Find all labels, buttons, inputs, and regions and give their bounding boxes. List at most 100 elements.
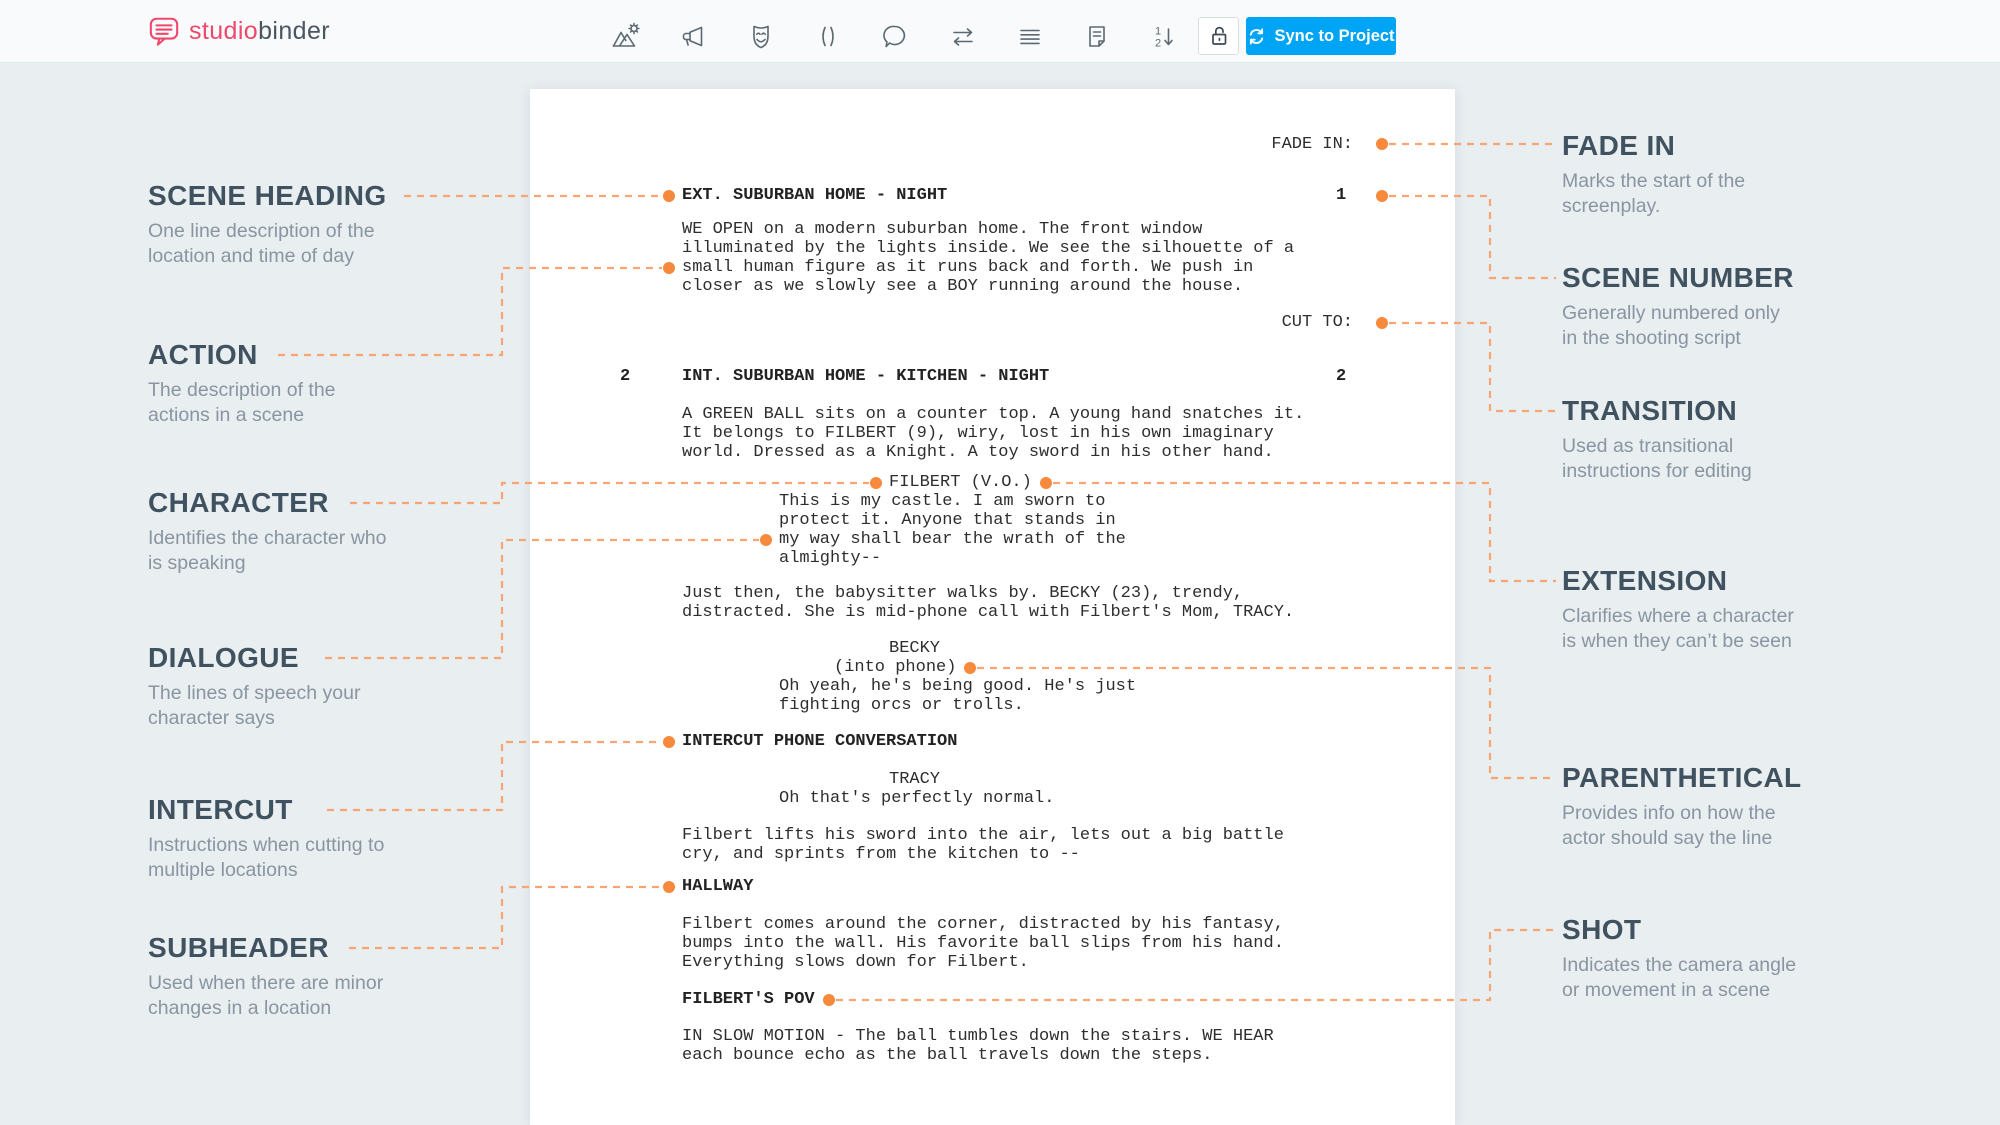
note-page-icon[interactable] (1081, 21, 1113, 53)
annotation-dialogue: DIALOGUE The lines of speech your charact… (148, 642, 420, 730)
annotation-title: FADE IN (1562, 130, 1676, 161)
numbered-sort-icon[interactable]: 1 2 (1148, 21, 1180, 53)
svg-text:1: 1 (1155, 26, 1161, 38)
dialogue-line: fighting orcs or trolls. (779, 696, 1024, 715)
annotation-desc: The description of the actions in a scene (148, 379, 336, 426)
annotation-title: TRANSITION (1562, 395, 1738, 426)
action-line: distracted. She is mid-phone call with F… (682, 603, 1295, 622)
annotation-desc: Used as transitional instructions for edi… (1562, 435, 1752, 482)
logo-studio: studio (189, 16, 259, 45)
studiobinder-screenplay-editor: studiobinder 1 2 Sync to Project FADE IN… (0, 0, 2000, 1125)
character-cue-becky: BECKY (889, 639, 941, 658)
cut-to-line[interactable]: CUT TO: (530, 313, 1455, 332)
annotation-character: CHARACTER Identifies the character who is… (148, 487, 420, 575)
action-line: each bounce echo as the ball travels dow… (682, 1046, 1213, 1065)
action-line: illuminated by the lights inside. We see… (682, 239, 1295, 258)
dialogue-line: protect it. Anyone that stands in (779, 511, 1116, 530)
tracy-dialogue-block[interactable]: TRACY Oh that's perfectly normal. (530, 770, 1455, 808)
theater-mask-icon[interactable] (745, 21, 777, 53)
action-paragraph-2[interactable]: A GREEN BALL sits on a counter top. A yo… (530, 405, 1455, 462)
annotation-desc: The lines of speech your character says (148, 682, 361, 729)
action-line: closer as we slowly see a BOY running ar… (682, 277, 1244, 296)
sync-button-label: Sync to Project (1274, 26, 1395, 45)
annotation-title: SUBHEADER (148, 932, 329, 963)
scene-1-heading[interactable]: EXT. SUBURBAN HOME - NIGHT 1 (530, 186, 1455, 205)
action-paragraph-3[interactable]: Just then, the babysitter walks by. BECK… (530, 584, 1455, 622)
annotation-desc: Generally numbered only in the shooting s… (1562, 302, 1780, 349)
dialogue-line: my way shall bear the wrath of the (779, 530, 1126, 549)
scene-2-heading-text: INT. SUBURBAN HOME - KITCHEN - NIGHT (682, 367, 1050, 386)
action-line: It belongs to FILBERT (9), wiry, lost in… (682, 424, 1274, 443)
speech-bubble-icon[interactable] (879, 21, 911, 53)
logo-text: studiobinder (189, 17, 330, 46)
annotation-parenthetical: PARENTHETICAL Provides info on how the ac… (1562, 762, 1834, 850)
character-cue-tracy: TRACY (889, 770, 941, 789)
action-paragraph-1[interactable]: WE OPEN on a modern suburban home. The f… (530, 220, 1455, 296)
megaphone-icon[interactable] (677, 21, 709, 53)
annotation-title: PARENTHETICAL (1562, 762, 1802, 793)
annotation-desc: Clarifies where a character is when they … (1562, 605, 1794, 652)
action-paragraph-6[interactable]: IN SLOW MOTION - The ball tumbles down t… (530, 1027, 1455, 1065)
fade-in-line[interactable]: FADE IN: (530, 135, 1455, 154)
annotation-title: SCENE HEADING (148, 180, 387, 211)
action-paragraph-4[interactable]: Filbert lifts his sword into the air, le… (530, 826, 1455, 864)
scene-1-heading-text: EXT. SUBURBAN HOME - NIGHT (682, 186, 948, 205)
scene-2-heading-row: 2 INT. SUBURBAN HOME - KITCHEN - NIGHT 2 (530, 367, 1455, 386)
subheader-block: HALLWAY (530, 877, 1455, 896)
action-line: Just then, the babysitter walks by. BECK… (682, 584, 1244, 603)
dialogue-line: almighty-- (779, 549, 882, 568)
top-toolbar: studiobinder 1 2 Sync to Project (0, 0, 2000, 63)
annotation-scene-heading: SCENE HEADING One line description of th… (148, 180, 420, 268)
action-paragraph-5[interactable]: Filbert comes around the corner, distrac… (530, 915, 1455, 972)
becky-dialogue-block[interactable]: BECKY (into phone) Oh yeah, he's being g… (530, 639, 1455, 715)
fade-in-block: FADE IN: (530, 135, 1455, 154)
action-line: Filbert comes around the corner, distrac… (682, 915, 1284, 934)
annotation-subheader: SUBHEADER Used when there are minor chang… (148, 932, 420, 1020)
shot-line[interactable]: FILBERT'S POV (530, 990, 1455, 1009)
annotation-desc: Indicates the camera angle or movement in… (1562, 954, 1797, 1001)
dialogue-line: This is my castle. I am sworn to (779, 492, 1106, 511)
annotation-title: DIALOGUE (148, 642, 299, 673)
annotation-action: ACTION The description of the actions in … (148, 339, 420, 427)
annotation-title: INTERCUT (148, 794, 293, 825)
text-lines-icon[interactable] (1014, 21, 1046, 53)
shot-block: FILBERT'S POV (530, 990, 1455, 1009)
lock-button[interactable] (1198, 17, 1239, 55)
dialogue-line: Oh yeah, he's being good. He's just (779, 677, 1137, 696)
action-line: A GREEN BALL sits on a counter top. A yo… (682, 405, 1305, 424)
action-line: world. Dressed as a Knight. A toy sword … (682, 443, 1274, 462)
studiobinder-logo[interactable]: studiobinder (148, 0, 330, 62)
action-line: bumps into the wall. His favorite ball s… (682, 934, 1284, 953)
action-line: Everything slows down for Filbert. (682, 953, 1029, 972)
mountain-gear-icon[interactable] (610, 21, 642, 53)
action-line: IN SLOW MOTION - The ball tumbles down t… (682, 1027, 1274, 1046)
svg-text:2: 2 (1155, 38, 1161, 50)
scene-1-heading-row: EXT. SUBURBAN HOME - NIGHT 1 (530, 186, 1455, 205)
intercut-line[interactable]: INTERCUT PHONE CONVERSATION (530, 732, 1455, 751)
annotation-scene-number: SCENE NUMBER Generally numbered only in t… (1562, 262, 1834, 350)
annotation-title: SCENE NUMBER (1562, 262, 1794, 293)
logo-binder: binder (258, 16, 331, 45)
action-line: WE OPEN on a modern suburban home. The f… (682, 220, 1203, 239)
action-line: Filbert lifts his sword into the air, le… (682, 826, 1284, 845)
scene-2-number-right: 2 (1336, 367, 1347, 386)
parenthetical-line: (into phone) (834, 658, 957, 677)
annotation-desc: Instructions when cutting to multiple loc… (148, 834, 385, 881)
annotation-transition: TRANSITION Used as transitional instructi… (1562, 395, 1834, 483)
scene-1-number-right: 1 (1336, 186, 1347, 205)
filbert-dialogue-block[interactable]: FILBERT (V.O.) This is my castle. I am s… (530, 473, 1455, 568)
scene-2-heading[interactable]: 2 INT. SUBURBAN HOME - KITCHEN - NIGHT 2 (530, 367, 1455, 386)
swap-arrows-icon[interactable] (947, 21, 979, 53)
annotation-title: CHARACTER (148, 487, 329, 518)
speech-bubble-logo-icon (149, 17, 179, 46)
intercut-block: INTERCUT PHONE CONVERSATION (530, 732, 1455, 751)
annotation-desc: Marks the start of the screenplay. (1562, 170, 1746, 217)
annotation-desc: One line description of the location and … (148, 220, 375, 267)
sync-to-project-button[interactable]: Sync to Project (1246, 17, 1396, 55)
subheader-line[interactable]: HALLWAY (530, 877, 1455, 896)
annotation-desc: Used when there are minor changes in a lo… (148, 972, 384, 1019)
annotation-desc: Provides info on how the actor should say… (1562, 802, 1776, 849)
annotation-title: ACTION (148, 339, 258, 370)
parentheses-icon[interactable] (812, 21, 844, 53)
annotation-fade-in: FADE IN Marks the start of the screenplay… (1562, 130, 1834, 218)
